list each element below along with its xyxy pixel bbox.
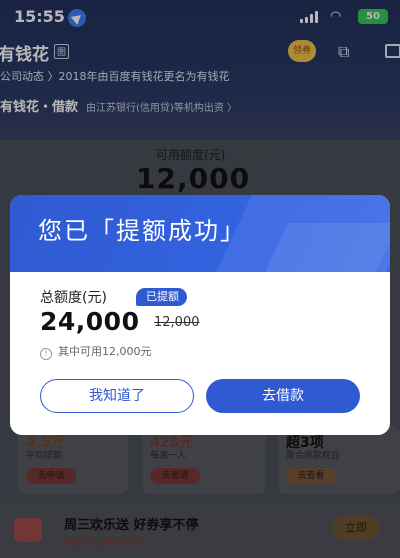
limit-increase-dialog: 您已「提额成功」 总额度(元) 已提额 24,000 12,000 ! 其中可用1…: [10, 195, 390, 435]
borrow-button[interactable]: 去借款: [206, 379, 360, 413]
info-icon: !: [40, 348, 52, 360]
dialog-header: 您已「提额成功」: [10, 195, 390, 283]
increased-badge: 已提额: [136, 288, 187, 306]
old-limit-amount: 12,000: [154, 315, 200, 330]
dialog-title: 您已「提额成功」: [38, 217, 246, 245]
total-limit-label: 总额度(元): [40, 290, 107, 306]
available-info: ! 其中可用12,000元: [40, 343, 152, 360]
available-text: 其中可用12,000元: [58, 345, 152, 358]
new-limit-amount: 24,000: [40, 307, 140, 336]
got-it-button[interactable]: 我知道了: [40, 379, 194, 413]
